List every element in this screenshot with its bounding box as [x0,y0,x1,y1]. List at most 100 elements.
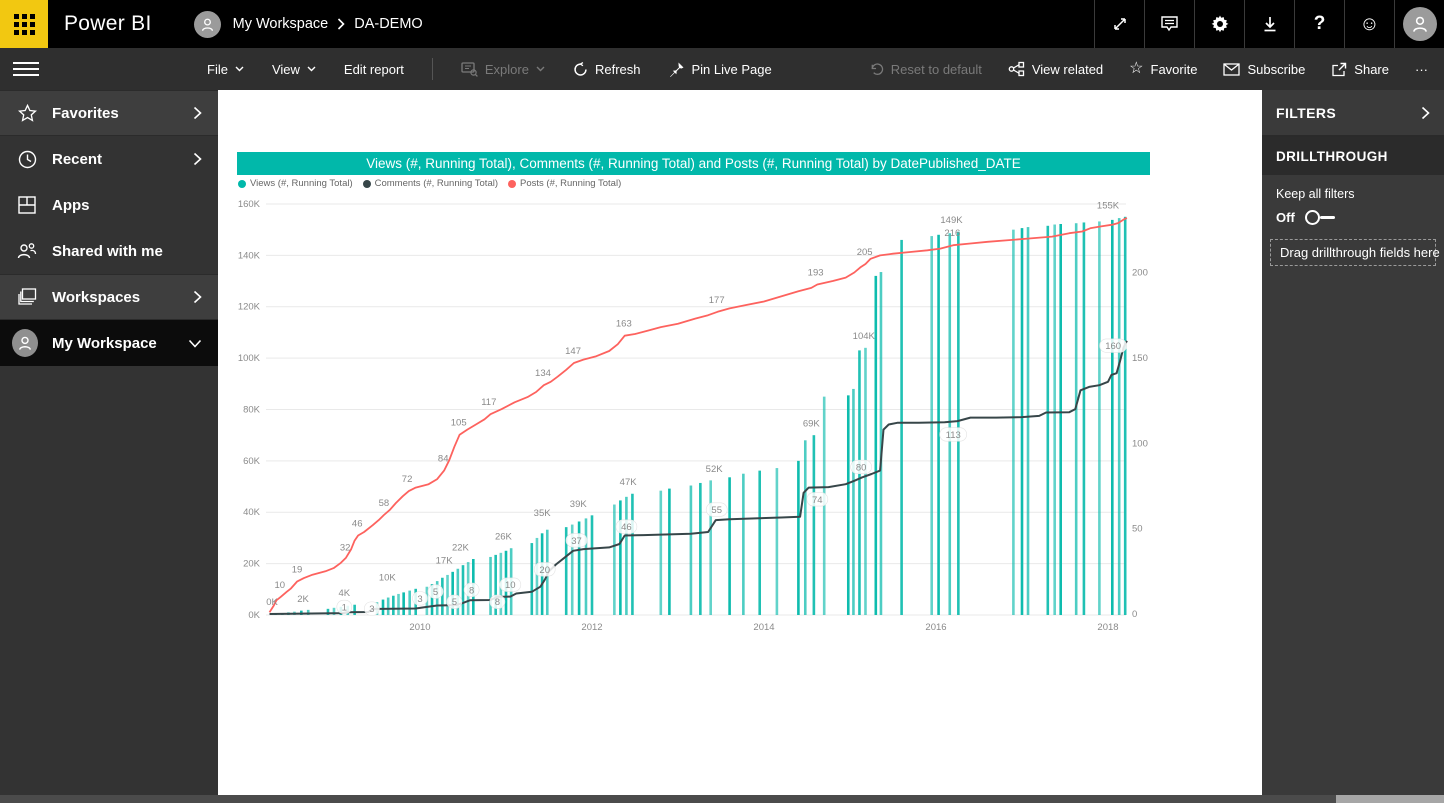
legend-item[interactable]: Comments (#, Running Total) [362,178,498,189]
svg-text:163: 163 [616,319,632,330]
pin-live-page-button[interactable]: Pin Live Page [669,61,772,77]
svg-text:120K: 120K [238,302,261,313]
filters-panel-header[interactable]: FILTERS [1262,90,1444,137]
svg-text:4K: 4K [339,588,351,599]
workspaces-layers-icon [16,288,38,306]
svg-text:177: 177 [709,295,725,306]
question-mark-icon: ? [1313,13,1326,34]
people-icon [16,242,38,260]
sidebar-item-label: Workspaces [52,288,141,306]
more-options-button[interactable]: ··· [1415,62,1428,77]
svg-text:22K: 22K [452,542,470,553]
toggle-track [1319,216,1335,219]
top-app-bar: Power BI My Workspace DA-DEMO ? ☺ [0,0,1444,48]
drillthrough-section-header: DRILLTHROUGH [1262,137,1444,175]
gear-icon [1211,15,1228,33]
legend-item[interactable]: Views (#, Running Total) [238,178,353,189]
refresh-button[interactable]: Refresh [573,62,641,77]
svg-text:193: 193 [808,267,824,278]
svg-text:2014: 2014 [753,622,774,633]
share-button[interactable]: Share [1331,62,1389,77]
svg-text:40K: 40K [243,507,261,518]
legend-item[interactable]: Posts (#, Running Total) [508,178,621,189]
subscribe-button[interactable]: Subscribe [1223,62,1305,77]
sidebar-item-recent[interactable]: Recent [0,136,218,182]
workspace-avatar [12,329,38,357]
svg-text:46: 46 [352,518,363,529]
svg-text:8: 8 [495,597,500,608]
clock-icon [16,150,38,169]
favorite-button[interactable]: ☆ Favorite [1129,61,1197,77]
sidebar-item-my-workspace[interactable]: My Workspace [0,320,218,366]
feedback-smiley-button[interactable]: ☺ [1344,0,1394,48]
sidebar-item-workspaces[interactable]: Workspaces [0,274,218,320]
apps-grid-icon [16,196,38,214]
horizontal-scrollbar-thumb[interactable] [0,795,1336,803]
download-button[interactable] [1244,0,1294,48]
svg-text:0K: 0K [248,610,260,621]
filters-title: FILTERS [1276,104,1337,121]
report-toolbar: File View Edit report Explore Refresh Pi… [0,48,1444,90]
svg-text:117: 117 [481,397,496,408]
sidebar-item-label: Recent [52,150,103,168]
settings-button[interactable] [1194,0,1244,48]
star-icon: ☆ [1129,60,1144,77]
topbar-icon-group: ? ☺ [1094,0,1444,48]
nav-hamburger-button[interactable] [13,58,39,80]
svg-text:205: 205 [857,247,873,258]
svg-text:100K: 100K [238,353,261,364]
chart-legend: Views (#, Running Total) Comments (#, Run… [238,178,621,189]
envelope-icon [1223,62,1241,76]
svg-text:10: 10 [505,580,516,591]
svg-text:74: 74 [812,495,823,506]
collapse-panel-chevron-icon[interactable] [1421,106,1430,120]
svg-text:72: 72 [402,474,413,485]
sidebar-item-label: Favorites [52,104,119,122]
sidebar-item-apps[interactable]: Apps [0,182,218,228]
svg-text:46: 46 [621,522,632,533]
explore-menu-button[interactable]: Explore [461,62,545,77]
sidebar-item-favorites[interactable]: Favorites [0,90,218,136]
svg-text:3: 3 [417,594,422,605]
waffle-grid-icon [13,13,35,35]
view-menu-button[interactable]: View [272,62,316,77]
svg-text:149K: 149K [940,215,963,226]
help-button[interactable]: ? [1294,0,1344,48]
svg-text:80K: 80K [243,404,261,415]
svg-text:1: 1 [342,602,347,613]
svg-text:55: 55 [711,505,722,516]
comments-button[interactable] [1144,0,1194,48]
drillthrough-drop-zone[interactable]: Drag drillthrough fields here [1270,239,1440,266]
view-related-button[interactable]: View related [1008,61,1103,77]
svg-text:105: 105 [451,418,467,429]
toggle-state-label: Off [1276,210,1295,225]
smiley-icon: ☺ [1359,13,1380,35]
keep-all-filters-toggle[interactable] [1304,210,1335,225]
svg-text:58: 58 [379,498,390,509]
reset-to-default-button[interactable]: Reset to default [869,62,982,77]
svg-text:32: 32 [340,542,351,553]
person-icon [1412,16,1427,32]
chevron-right-icon [193,106,202,120]
legend-color-dot [508,179,517,188]
account-button[interactable] [1394,0,1444,48]
file-menu-button[interactable]: File [207,62,244,77]
breadcrumb: My Workspace DA-DEMO [193,10,423,38]
report-canvas: Views (#, Running Total), Comments (#, R… [218,90,1262,795]
combo-chart-visual[interactable]: 0K20K40K60K80K100K120K140K160K0501001502… [236,190,1148,642]
svg-text:84: 84 [438,454,449,465]
fullscreen-button[interactable] [1094,0,1144,48]
svg-text:69K: 69K [803,419,821,430]
explore-icon [461,61,478,77]
breadcrumb-workspace-link[interactable]: My Workspace [233,16,329,32]
edit-report-button[interactable]: Edit report [344,62,404,77]
sidebar-item-shared-with-me[interactable]: Shared with me [0,228,218,274]
horizontal-scrollbar[interactable] [0,795,1444,803]
share-icon [1332,62,1347,76]
svg-text:37: 37 [571,536,582,547]
sidebar-item-label: My Workspace [52,334,157,352]
chart-title-banner: Views (#, Running Total), Comments (#, R… [237,152,1150,175]
powerbi-app-window: Power BI My Workspace DA-DEMO ? ☺ File V… [0,0,1444,803]
svg-text:52K: 52K [706,464,724,475]
app-launcher-waffle-icon[interactable] [0,0,48,48]
